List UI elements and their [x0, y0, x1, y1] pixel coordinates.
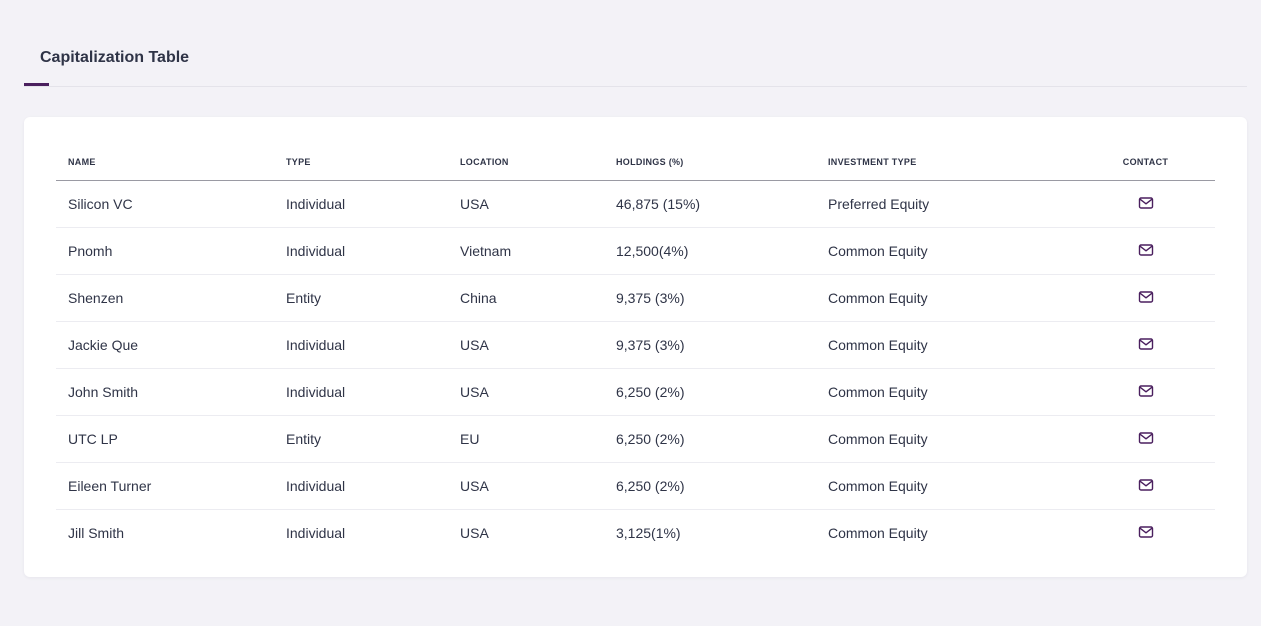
cell-type: Individual	[274, 227, 448, 275]
cell-location: USA	[448, 462, 604, 510]
table-row: Jackie Que Individual USA 9,375 (3%) Common …	[56, 321, 1215, 369]
cell-holdings: 6,250 (2%)	[604, 415, 816, 463]
cell-location: Vietnam	[448, 227, 604, 275]
table-row: Silicon VC Individual USA 46,875 (15%) Prefe…	[56, 180, 1215, 228]
cell-holdings: 46,875 (15%)	[604, 180, 816, 228]
cap-table-card: NAME TYPE LOCATION HOLDINGS (%) INVESTME…	[24, 117, 1247, 577]
cell-name: Jill Smith	[68, 525, 125, 541]
table-row: Jill Smith Individual USA 3,125(1%) Common E…	[56, 510, 1215, 557]
cell-investment-type: Common Equity	[816, 274, 1076, 322]
cell-location: USA	[448, 368, 604, 416]
column-header-investment-type[interactable]: INVESTMENT TYPE	[816, 143, 1076, 181]
cell-name: Silicon VC	[56, 180, 274, 228]
cell-name: Jackie Que	[56, 321, 274, 369]
tab-capitalization-table[interactable]: Capitalization Table	[40, 49, 189, 67]
cell-type: Entity	[274, 274, 448, 322]
cell-name: John Smith	[56, 368, 274, 416]
cell-contact	[1076, 510, 1215, 557]
active-tab-indicator	[24, 83, 49, 86]
table-header-row: NAME TYPE LOCATION HOLDINGS (%) INVESTME…	[56, 143, 1215, 181]
column-header-contact: CONTACT	[1076, 143, 1215, 181]
cell-name: Pnomh	[56, 227, 274, 275]
cell-holdings: 6,250 (2%)	[604, 462, 816, 510]
cell-name: Shenzen	[56, 274, 274, 322]
cell-type: Individual	[274, 462, 448, 510]
column-header-holdings[interactable]: HOLDINGS (%)	[604, 143, 816, 181]
cell-type: Individual	[274, 368, 448, 416]
table-row: UTC LP Entity EU 6,250 (2%) Common Equity	[56, 415, 1215, 463]
mail-icon[interactable]	[1138, 431, 1154, 445]
table-row: Pnomh Individual Vietnam 12,500(4%) Common E…	[56, 227, 1215, 275]
cell-location: EU	[448, 415, 604, 463]
cell-name: UTC LP	[56, 415, 274, 463]
cap-table: NAME TYPE LOCATION HOLDINGS (%) INVESTME…	[56, 143, 1215, 556]
cell-holdings: 3,125(1%)	[616, 525, 681, 541]
cell-contact	[1076, 321, 1215, 369]
cell-type: Individual	[274, 321, 448, 369]
cell-contact	[1076, 462, 1215, 510]
table-row: Eileen Turner Individual USA 6,250 (2%) Comm…	[56, 462, 1215, 510]
cell-location: USA	[460, 525, 489, 541]
cell-investment-type: Common Equity	[816, 321, 1076, 369]
mail-icon[interactable]	[1138, 337, 1154, 351]
mail-icon[interactable]	[1138, 384, 1154, 398]
cell-investment-type: Common Equity	[816, 462, 1076, 510]
cell-holdings: 12,500(4%)	[604, 227, 816, 275]
table-row: John Smith Individual USA 6,250 (2%) Common …	[56, 368, 1215, 416]
cell-contact	[1076, 227, 1215, 275]
column-header-location[interactable]: LOCATION	[448, 143, 604, 181]
column-header-type[interactable]: TYPE	[274, 143, 448, 181]
cell-investment-type: Common Equity	[816, 368, 1076, 416]
tab-bar: Capitalization Table	[24, 40, 1247, 87]
cell-type: Entity	[274, 415, 448, 463]
cell-location: China	[448, 274, 604, 322]
cell-contact	[1076, 180, 1215, 228]
cell-location: USA	[448, 321, 604, 369]
cell-location: USA	[448, 180, 604, 228]
cell-type: Individual	[286, 525, 346, 541]
table-body: Silicon VC Individual USA 46,875 (15%) Prefe…	[56, 180, 1215, 557]
cell-contact	[1076, 415, 1215, 463]
cell-name: Eileen Turner	[56, 462, 274, 510]
cell-investment-type: Common Equity	[816, 415, 1076, 463]
mail-icon[interactable]	[1138, 525, 1154, 539]
column-header-name[interactable]: NAME	[56, 143, 274, 181]
cell-contact	[1076, 368, 1215, 416]
table-row: Shenzen Entity China 9,375 (3%) Common Equit…	[56, 274, 1215, 322]
mail-icon[interactable]	[1138, 478, 1154, 492]
cell-contact	[1076, 274, 1215, 322]
mail-icon[interactable]	[1138, 243, 1154, 257]
mail-icon[interactable]	[1138, 196, 1154, 210]
cell-investment-type: Preferred Equity	[816, 180, 1076, 228]
cell-investment-type: Common Equity	[816, 227, 1076, 275]
mail-icon[interactable]	[1138, 290, 1154, 304]
cell-holdings: 6,250 (2%)	[604, 368, 816, 416]
cell-holdings: 9,375 (3%)	[604, 321, 816, 369]
cell-type: Individual	[274, 180, 448, 228]
cell-investment-type: Common Equity	[828, 525, 928, 541]
cell-holdings: 9,375 (3%)	[604, 274, 816, 322]
